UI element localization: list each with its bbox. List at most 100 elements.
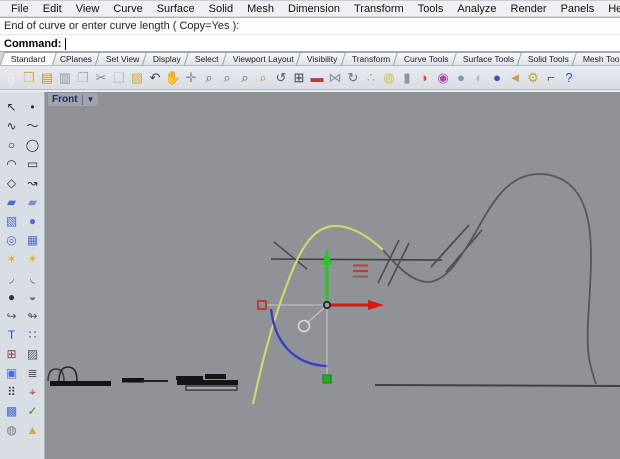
menu-file[interactable]: File [4, 2, 36, 16]
curve-interpolate-icon[interactable]: 〜 [22, 116, 43, 135]
hide-objects-icon[interactable]: ▣ [1, 363, 22, 382]
offset-curve-icon[interactable]: ↬ [22, 306, 43, 325]
gray-freeform-curve[interactable] [382, 173, 597, 385]
reference-drawing-1[interactable] [47, 366, 111, 386]
hatch-tick-left[interactable] [273, 241, 308, 270]
point-icon[interactable]: • [22, 97, 43, 116]
zoom-extents-icon[interactable]: ⌕ [254, 68, 272, 87]
menu-help[interactable]: Help [601, 2, 620, 16]
gumball-green-arrowhead[interactable] [322, 249, 332, 265]
group-icon[interactable]: ▩ [1, 401, 22, 420]
gumball-red-arrowhead[interactable] [368, 300, 384, 310]
cone-icon[interactable]: ▲ [22, 420, 43, 439]
tab-solid-tools[interactable]: Solid Tools [517, 52, 581, 65]
command-input-line[interactable]: Command: [0, 35, 620, 52]
save-icon[interactable]: ▤ [38, 68, 56, 87]
menu-surface[interactable]: Surface [150, 2, 202, 16]
menu-solid[interactable]: Solid [202, 2, 240, 16]
hatch-tick-mid-2[interactable] [387, 242, 410, 287]
control-points-on-icon[interactable]: ∴ [362, 68, 380, 87]
hatch-tick-mid-1[interactable] [377, 239, 400, 284]
color-wheel-icon[interactable]: ◉ [434, 68, 452, 87]
select-cursor-icon[interactable]: ↖ [1, 97, 22, 116]
rectangle-icon[interactable]: ▭ [22, 154, 43, 173]
tab-surface-tools[interactable]: Surface Tools [451, 52, 526, 65]
duplicate-icon[interactable]: ❑ [110, 68, 128, 87]
boolean-union-icon[interactable]: ● [1, 287, 22, 306]
block-icon[interactable]: ⊞ [1, 344, 22, 363]
pan-hand-icon[interactable]: ✋ [164, 68, 182, 87]
layers-icon[interactable]: ≣ [22, 363, 43, 382]
gumball-red-scale-handle[interactable] [257, 300, 267, 310]
zoom-window-icon[interactable]: ⌕ [218, 68, 236, 87]
tab-curve-tools[interactable]: Curve Tools [393, 52, 461, 65]
chamfer-icon[interactable]: ◟ [22, 268, 43, 287]
cage-edit-icon[interactable]: ◍ [1, 420, 22, 439]
viewport-title[interactable]: Front ▼ [48, 93, 99, 106]
point-cloud-icon[interactable]: ∷ [22, 325, 43, 344]
ellipse-icon[interactable]: ◯ [22, 135, 43, 154]
viewport-dropdown-icon[interactable]: ▼ [87, 95, 95, 104]
gumball-rotate-handle[interactable] [297, 319, 311, 333]
reference-drawing-3[interactable] [176, 374, 238, 391]
shaded-viewport-icon[interactable]: ● [452, 68, 470, 87]
gumball-green-scale-handle[interactable] [322, 374, 332, 384]
viewport-canvas[interactable] [45, 92, 620, 459]
surface-from-curves-icon[interactable]: ▰ [22, 192, 43, 211]
extend-curve-icon[interactable]: ↪ [1, 306, 22, 325]
rendered-viewport-icon[interactable]: ● [488, 68, 506, 87]
menu-view[interactable]: View [69, 2, 107, 16]
menu-transform[interactable]: Transform [347, 2, 411, 16]
tab-viewport-layout[interactable]: Viewport Layout [221, 52, 305, 65]
hatch-icon[interactable]: ▨ [22, 344, 43, 363]
menu-dimension[interactable]: Dimension [281, 2, 347, 16]
menu-render[interactable]: Render [504, 2, 554, 16]
new-file-icon[interactable]: ▯ [2, 68, 20, 87]
menu-analyze[interactable]: Analyze [450, 2, 503, 16]
help-icon[interactable]: ? [560, 68, 578, 87]
control-point-curve-icon[interactable]: ∿ [1, 116, 22, 135]
viewport-layout-icon[interactable]: ⊞ [290, 68, 308, 87]
center-point-icon[interactable]: ⌖ [22, 382, 43, 401]
open-folder-icon[interactable]: ❒ [20, 68, 38, 87]
menu-mesh[interactable]: Mesh [240, 2, 281, 16]
ground-line[interactable] [374, 384, 620, 387]
circle-icon[interactable]: ○ [1, 135, 22, 154]
sphere-icon[interactable]: ● [22, 211, 43, 230]
blue-arc-curve[interactable] [269, 308, 329, 368]
lock-icon[interactable]: ▮ [398, 68, 416, 87]
front-viewport[interactable]: Front ▼ [45, 92, 620, 459]
surface-3pt-icon[interactable]: ▰ [1, 192, 22, 211]
rotate-circle-icon[interactable]: ↻ [344, 68, 362, 87]
polygon-icon[interactable]: ◇ [1, 173, 22, 192]
options-gears-icon[interactable]: ⚙ [524, 68, 542, 87]
zoom-selected-icon[interactable]: ⌕ [236, 68, 254, 87]
text-icon[interactable]: T [1, 325, 22, 344]
undo-icon[interactable]: ↶ [146, 68, 164, 87]
named-view-icon[interactable]: ▬ [308, 68, 326, 87]
points-off-lightbulb-icon[interactable]: ◍ [380, 68, 398, 87]
freeform-curve-icon[interactable]: ↝ [22, 173, 43, 192]
link-icon[interactable]: ⋈ [326, 68, 344, 87]
tab-mesh-tools[interactable]: Mesh Tools [572, 52, 620, 65]
move-view-icon[interactable]: ✛ [182, 68, 200, 87]
ghosted-viewport-icon[interactable]: ◐ [470, 68, 488, 87]
torus-icon[interactable]: ◎ [1, 230, 22, 249]
explode-icon[interactable]: ✶ [1, 249, 22, 268]
gumball-center-knob[interactable] [322, 300, 332, 310]
tab-standard[interactable]: Standard [0, 52, 57, 65]
pipe-icon[interactable]: ▦ [22, 230, 43, 249]
flag-icon[interactable]: ◄ [506, 68, 524, 87]
selection-filter-icon[interactable]: ⌐ [542, 68, 560, 87]
menu-edit[interactable]: Edit [36, 2, 69, 16]
menu-curve[interactable]: Curve [106, 2, 149, 16]
check-icon[interactable]: ✓ [22, 401, 43, 420]
reference-drawing-2[interactable] [122, 378, 168, 383]
paste-icon[interactable]: ▨ [128, 68, 146, 87]
render-icon[interactable]: ◗ [416, 68, 434, 87]
box-icon[interactable]: ▧ [1, 211, 22, 230]
cut-icon[interactable]: ✂ [92, 68, 110, 87]
arc-icon[interactable]: ◠ [1, 154, 22, 173]
copy-page-icon[interactable]: ❐ [74, 68, 92, 87]
rotate-view-icon[interactable]: ↺ [272, 68, 290, 87]
